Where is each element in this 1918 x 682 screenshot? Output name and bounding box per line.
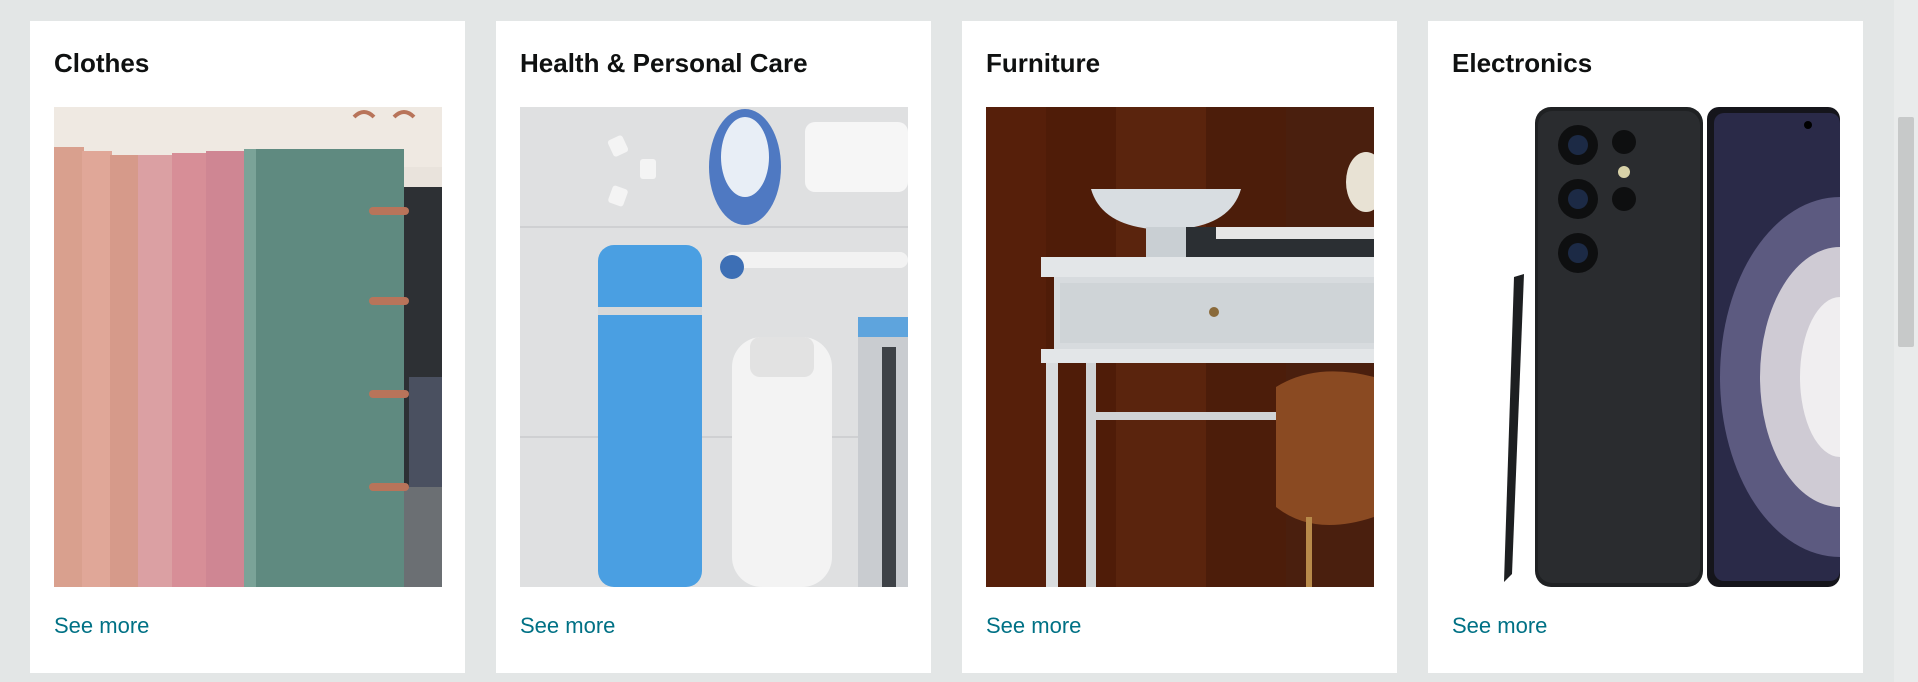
card-image-clothes[interactable] (54, 107, 442, 587)
toiletries-image (520, 107, 908, 587)
desk-image (986, 107, 1374, 587)
category-card-health-personal-care: Health & Personal Care See more (496, 21, 931, 673)
vertical-scrollbar[interactable] (1894, 0, 1918, 682)
card-image-health-personal-care[interactable] (520, 107, 908, 587)
category-card-electronics: Electronics See more (1428, 21, 1863, 673)
category-card-furniture: Furniture See more (962, 21, 1397, 673)
see-more-link[interactable]: See more (520, 613, 615, 639)
card-title: Clothes (54, 48, 150, 78)
category-card-grid: Clothes See more Health & Personal Care … (30, 21, 1863, 673)
see-more-link[interactable]: See more (54, 613, 149, 639)
card-image-electronics[interactable] (1452, 107, 1840, 587)
clothes-image (54, 107, 442, 587)
see-more-link[interactable]: See more (986, 613, 1081, 639)
card-title: Electronics (1452, 48, 1593, 78)
scrollbar-thumb[interactable] (1898, 117, 1914, 347)
see-more-link[interactable]: See more (1452, 613, 1547, 639)
category-card-clothes: Clothes See more (30, 21, 465, 673)
card-title: Furniture (986, 48, 1101, 78)
card-image-furniture[interactable] (986, 107, 1374, 587)
card-title: Health & Personal Care (520, 48, 808, 78)
smartphone-image (1452, 107, 1840, 587)
